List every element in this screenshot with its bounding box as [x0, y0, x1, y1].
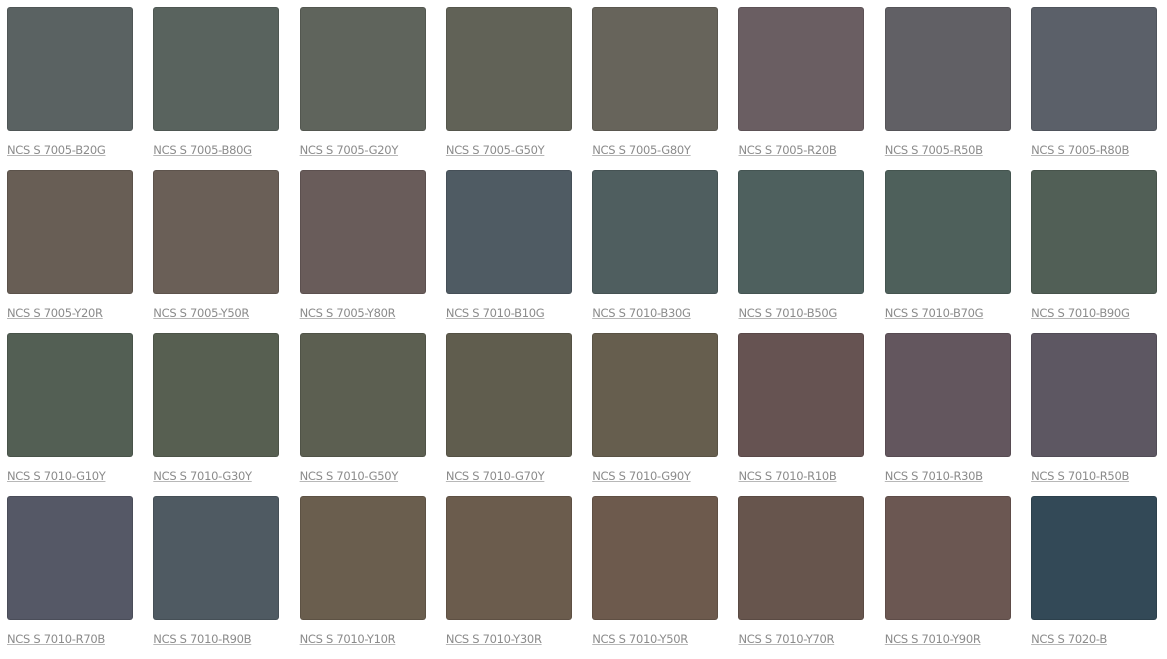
color-swatch[interactable]	[1031, 7, 1158, 131]
color-swatch-tile[interactable]: NCS S 7005-Y80R	[299, 170, 426, 333]
color-swatch-tile[interactable]: NCS S 7010-R30B	[884, 333, 1011, 496]
swatch-code-link[interactable]: NCS S 7005-G50Y	[446, 143, 572, 157]
color-swatch[interactable]	[884, 496, 1011, 620]
color-swatch-tile[interactable]: NCS S 7010-Y30R	[445, 496, 572, 659]
color-swatch[interactable]	[738, 7, 865, 131]
swatch-code-link[interactable]: NCS S 7010-Y50R	[592, 632, 718, 646]
color-swatch-tile[interactable]: NCS S 7005-Y20R	[7, 170, 133, 333]
color-swatch[interactable]	[153, 333, 280, 457]
color-swatch[interactable]	[445, 7, 572, 131]
color-swatch-tile[interactable]: NCS S 7005-B80G	[153, 7, 280, 170]
swatch-code-link[interactable]: NCS S 7005-G20Y	[300, 143, 426, 157]
color-swatch-tile[interactable]: NCS S 7005-G20Y	[299, 7, 426, 170]
swatch-code-link[interactable]: NCS S 7010-Y70R	[738, 632, 864, 646]
swatch-code-link[interactable]: NCS S 7010-R50B	[1031, 469, 1157, 483]
color-swatch-tile[interactable]: NCS S 7010-R10B	[738, 333, 865, 496]
swatch-code-link[interactable]: NCS S 7005-Y80R	[300, 306, 426, 320]
color-swatch[interactable]	[299, 496, 426, 620]
color-swatch[interactable]	[1031, 496, 1158, 620]
swatch-code-link[interactable]: NCS S 7010-G30Y	[153, 469, 279, 483]
color-swatch[interactable]	[7, 496, 133, 620]
swatch-code-link[interactable]: NCS S 7010-R90B	[153, 632, 279, 646]
color-swatch-tile[interactable]: NCS S 7005-B20G	[7, 7, 133, 170]
swatch-code-link[interactable]: NCS S 7010-G10Y	[7, 469, 133, 483]
color-swatch-tile[interactable]: NCS S 7010-B30G	[592, 170, 719, 333]
color-swatch[interactable]	[153, 170, 280, 294]
swatch-code-link[interactable]: NCS S 7010-B30G	[592, 306, 718, 320]
color-swatch-tile[interactable]: NCS S 7005-R50B	[884, 7, 1011, 170]
color-swatch[interactable]	[1031, 170, 1158, 294]
swatch-grid: NCS S 7005-B20G NCS S 7005-B80G NCS S 7005…	[7, 7, 1158, 659]
color-swatch[interactable]	[592, 496, 719, 620]
swatch-code-link[interactable]: NCS S 7005-Y20R	[7, 306, 133, 320]
color-swatch-tile[interactable]: NCS S 7010-G90Y	[592, 333, 719, 496]
color-swatch[interactable]	[153, 7, 280, 131]
color-swatch[interactable]	[445, 170, 572, 294]
color-swatch[interactable]	[153, 496, 280, 620]
color-swatch[interactable]	[299, 7, 426, 131]
swatch-code-link[interactable]: NCS S 7020-B	[1031, 632, 1157, 646]
color-swatch[interactable]	[299, 170, 426, 294]
color-swatch[interactable]	[445, 496, 572, 620]
swatch-code-link[interactable]: NCS S 7005-R20B	[738, 143, 864, 157]
swatch-code-link[interactable]: NCS S 7005-Y50R	[153, 306, 279, 320]
color-swatch-tile[interactable]: NCS S 7020-B	[1031, 496, 1158, 659]
color-swatch-tile[interactable]: NCS S 7005-R80B	[1031, 7, 1158, 170]
color-swatch-tile[interactable]: NCS S 7010-R90B	[153, 496, 280, 659]
swatch-code-link[interactable]: NCS S 7010-B70G	[885, 306, 1011, 320]
swatch-code-link[interactable]: NCS S 7005-R80B	[1031, 143, 1157, 157]
color-swatch-tile[interactable]: NCS S 7005-G50Y	[445, 7, 572, 170]
color-swatch-tile[interactable]: NCS S 7010-G50Y	[299, 333, 426, 496]
swatch-code-link[interactable]: NCS S 7010-Y10R	[300, 632, 426, 646]
color-swatch-tile[interactable]: NCS S 7010-R50B	[1031, 333, 1158, 496]
color-swatch[interactable]	[884, 333, 1011, 457]
color-swatch[interactable]	[299, 333, 426, 457]
color-swatch[interactable]	[738, 333, 865, 457]
swatch-code-link[interactable]: NCS S 7010-G90Y	[592, 469, 718, 483]
color-swatch-tile[interactable]: NCS S 7005-G80Y	[592, 7, 719, 170]
color-swatch[interactable]	[445, 333, 572, 457]
swatch-code-link[interactable]: NCS S 7010-G50Y	[300, 469, 426, 483]
color-swatch-tile[interactable]: NCS S 7010-B10G	[445, 170, 572, 333]
swatch-code-link[interactable]: NCS S 7010-R10B	[738, 469, 864, 483]
color-swatch-tile[interactable]: NCS S 7010-B70G	[884, 170, 1011, 333]
color-swatch-tile[interactable]: NCS S 7005-R20B	[738, 7, 865, 170]
color-swatch[interactable]	[7, 7, 133, 131]
swatch-code-link[interactable]: NCS S 7010-R30B	[885, 469, 1011, 483]
swatch-code-link[interactable]: NCS S 7010-B10G	[446, 306, 572, 320]
swatch-code-link[interactable]: NCS S 7005-B80G	[153, 143, 279, 157]
color-swatch-tile[interactable]: NCS S 7005-Y50R	[153, 170, 280, 333]
color-swatch[interactable]	[1031, 333, 1158, 457]
color-swatch-tile[interactable]: NCS S 7010-G30Y	[153, 333, 280, 496]
color-swatch[interactable]	[884, 7, 1011, 131]
color-swatch-tile[interactable]: NCS S 7010-Y50R	[592, 496, 719, 659]
color-swatch[interactable]	[738, 496, 865, 620]
color-swatch-tile[interactable]: NCS S 7010-G10Y	[7, 333, 133, 496]
swatch-code-link[interactable]: NCS S 7010-B90G	[1031, 306, 1157, 320]
color-swatch[interactable]	[592, 7, 719, 131]
color-swatch-tile[interactable]: NCS S 7010-Y10R	[299, 496, 426, 659]
swatch-code-link[interactable]: NCS S 7010-Y90R	[885, 632, 1011, 646]
color-swatch[interactable]	[884, 170, 1011, 294]
color-swatch-tile[interactable]: NCS S 7010-Y70R	[738, 496, 865, 659]
swatch-code-link[interactable]: NCS S 7005-B20G	[7, 143, 133, 157]
swatch-code-link[interactable]: NCS S 7005-G80Y	[592, 143, 718, 157]
swatch-code-link[interactable]: NCS S 7010-Y30R	[446, 632, 572, 646]
swatch-code-link[interactable]: NCS S 7005-R50B	[885, 143, 1011, 157]
color-swatch-tile[interactable]: NCS S 7010-G70Y	[445, 333, 572, 496]
swatch-code-link[interactable]: NCS S 7010-G70Y	[446, 469, 572, 483]
swatch-code-link[interactable]: NCS S 7010-B50G	[738, 306, 864, 320]
color-swatch[interactable]	[7, 170, 133, 294]
color-swatch[interactable]	[592, 333, 719, 457]
color-swatch[interactable]	[592, 170, 719, 294]
color-swatch[interactable]	[738, 170, 865, 294]
swatch-code-link[interactable]: NCS S 7010-R70B	[7, 632, 133, 646]
color-swatch-tile[interactable]: NCS S 7010-B50G	[738, 170, 865, 333]
color-swatch-tile[interactable]: NCS S 7010-Y90R	[884, 496, 1011, 659]
color-swatch[interactable]	[7, 333, 133, 457]
color-swatch-tile[interactable]: NCS S 7010-B90G	[1031, 170, 1158, 333]
color-swatch-tile[interactable]: NCS S 7010-R70B	[7, 496, 133, 659]
